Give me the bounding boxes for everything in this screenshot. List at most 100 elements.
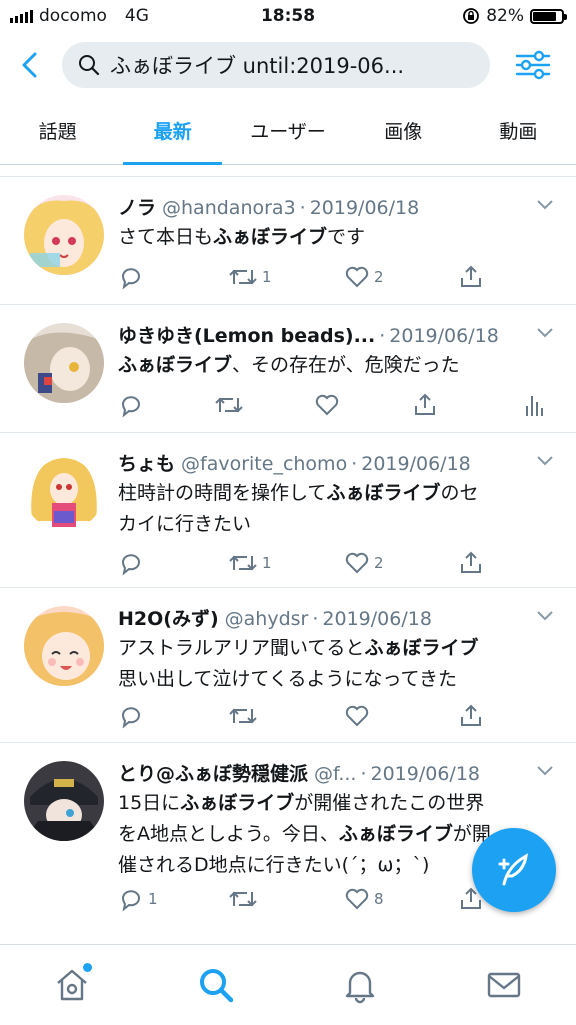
compose-feather-icon	[498, 853, 528, 886]
tab-photos[interactable]: 画像	[346, 104, 461, 164]
tweet-text-line: カイに行きたい	[118, 509, 556, 540]
share-button[interactable]	[458, 703, 484, 729]
retweet-button[interactable]	[214, 392, 244, 418]
text-segment: アストラルアリア聞いてると	[118, 637, 365, 659]
highlighted-term: ふぁぼライブ	[118, 354, 233, 376]
heart-icon	[315, 394, 339, 416]
like-button[interactable]	[344, 704, 370, 728]
chevron-down-icon[interactable]	[536, 455, 554, 467]
share-button[interactable]	[458, 550, 484, 576]
avatar[interactable]	[24, 323, 104, 403]
compose-tweet-button[interactable]	[472, 828, 556, 912]
retweet-icon	[229, 269, 257, 285]
highlighted-term: ふぁぼライブ	[213, 226, 328, 248]
chevron-down-icon[interactable]	[536, 199, 554, 211]
dot-separator: ·	[379, 325, 386, 347]
chevron-down-icon[interactable]	[536, 610, 554, 622]
reply-icon	[121, 707, 140, 729]
retweet-button[interactable]	[228, 703, 258, 729]
heart-icon	[345, 552, 369, 574]
tweet-item[interactable]: ちょも @favorite_chomo · 2019/06/18 柱時計の時間を操作し…	[0, 432, 576, 587]
like-count: 8	[374, 890, 384, 908]
filter-settings-icon[interactable]	[514, 48, 552, 82]
envelope-icon	[487, 972, 521, 998]
retweet-icon	[229, 708, 257, 724]
search-tabs: 話題 最新 ユーザー 画像 動画	[0, 104, 576, 165]
tweet-date[interactable]: 2019/06/18	[361, 453, 471, 475]
retweet-button[interactable]	[228, 886, 258, 912]
highlighted-term: ふぁぼライブ	[326, 482, 441, 504]
tweet-date[interactable]: 2019/06/18	[322, 608, 432, 630]
highlighted-term: ふぁぼライブ	[364, 637, 479, 659]
tab-trending[interactable]: 話題	[0, 104, 115, 164]
reply-button[interactable]	[118, 392, 144, 418]
tweet-text-line: 15日にふぁぼライブが開催されたこの世界	[118, 788, 556, 819]
retweet-icon	[215, 397, 243, 413]
status-bar: docomo 4G 18:58 82%	[0, 0, 576, 34]
author-name[interactable]: ちょも	[118, 449, 175, 476]
chevron-down-icon[interactable]	[536, 327, 554, 339]
author-name[interactable]: ゆきゆき(Lemon beads)...	[118, 321, 375, 348]
search-input[interactable]: ふぁぼライブ until:2019-06...	[62, 42, 490, 88]
retweet-button[interactable]: 1	[228, 264, 272, 290]
dot-separator: ·	[312, 608, 319, 630]
highlighted-term: ふぁぼライブ	[180, 792, 295, 814]
share-button[interactable]	[412, 392, 438, 418]
author-handle[interactable]: @handanora3	[162, 197, 296, 219]
tab-latest[interactable]: 最新	[115, 104, 230, 165]
reply-button[interactable]	[118, 550, 148, 576]
bottom-navigation	[0, 944, 576, 1025]
tweet-item[interactable]: ノラ @handanora3 · 2019/06/18 さて本日もふぁぼライブです 1…	[0, 176, 576, 304]
reply-button[interactable]	[118, 703, 144, 729]
reply-icon	[121, 268, 140, 290]
tweet-item[interactable]: ゆきゆき(Lemon beads)... · 2019/06/18 ふぁぼライブ、そ…	[0, 304, 576, 432]
text-segment: をA地点としよう。今日、	[118, 823, 339, 845]
tweet-date[interactable]: 2019/06/18	[371, 763, 481, 785]
like-button[interactable]: 2	[344, 265, 384, 289]
tweet-text: ふぁぼライブ、その存在が、危険だった	[118, 350, 556, 381]
author-name[interactable]: ノラ	[118, 193, 156, 220]
like-button[interactable]: 8	[344, 887, 384, 911]
text-segment: さて本日も	[118, 226, 214, 248]
author-handle[interactable]: @f...	[314, 763, 356, 785]
analytics-icon	[526, 396, 543, 416]
share-icon	[461, 704, 481, 726]
author-handle[interactable]: @ahydsr	[225, 608, 309, 630]
nav-notifications[interactable]	[340, 965, 380, 1005]
author-name[interactable]: H2O(みず)	[118, 604, 219, 631]
reply-icon	[121, 890, 140, 912]
reply-count: 1	[148, 890, 158, 908]
tweet-text-line: さて本日もふぁぼライブです	[118, 222, 556, 253]
avatar[interactable]	[24, 451, 104, 531]
tweet-date[interactable]: 2019/06/18	[389, 325, 499, 347]
author-handle[interactable]: @favorite_chomo	[181, 453, 347, 475]
nav-search[interactable]	[196, 965, 236, 1005]
nav-home[interactable]	[52, 963, 92, 1005]
reply-button[interactable]	[118, 264, 148, 290]
avatar[interactable]	[24, 761, 104, 841]
analytics-button[interactable]	[524, 392, 544, 418]
tweet-item[interactable]: H2O(みず) @ahydsr · 2019/06/18 アストラルアリア聞いてるとふ…	[0, 587, 576, 742]
share-button[interactable]	[458, 264, 484, 290]
back-icon[interactable]	[14, 48, 48, 82]
retweet-button[interactable]: 1	[228, 550, 272, 576]
avatar[interactable]	[24, 606, 104, 686]
tab-videos[interactable]: 動画	[461, 104, 576, 164]
like-button[interactable]	[314, 393, 340, 417]
heart-icon	[345, 266, 369, 288]
text-segment: のセ	[440, 482, 479, 504]
chevron-down-icon[interactable]	[536, 765, 554, 777]
text-segment: 思い出して泣けてくるようになってきた	[118, 668, 457, 690]
retweet-icon	[229, 891, 257, 907]
battery-icon	[530, 8, 567, 24]
author-name[interactable]: とり@ふぁぼ勢穏健派	[118, 759, 308, 786]
dot-separator: ·	[351, 453, 358, 475]
reply-button[interactable]: 1	[118, 886, 158, 912]
tweet-date[interactable]: 2019/06/18	[310, 197, 420, 219]
tab-users[interactable]: ユーザー	[230, 104, 345, 164]
nav-messages[interactable]	[484, 965, 524, 1005]
retweet-icon	[229, 555, 257, 571]
avatar[interactable]	[24, 195, 104, 275]
like-button[interactable]: 2	[344, 551, 384, 575]
search-icon	[200, 969, 234, 1003]
